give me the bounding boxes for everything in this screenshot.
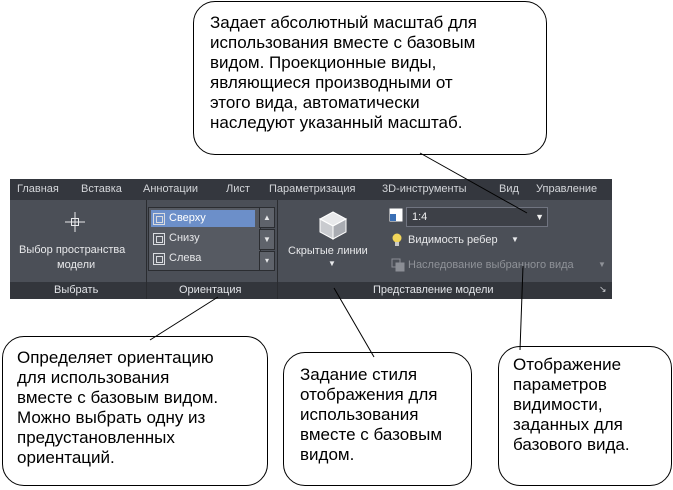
pointer-line [419,152,528,214]
pointer-line [333,287,375,358]
callout-pointers [149,152,528,358]
pointer-line [149,296,219,341]
pointer-line [519,265,524,351]
